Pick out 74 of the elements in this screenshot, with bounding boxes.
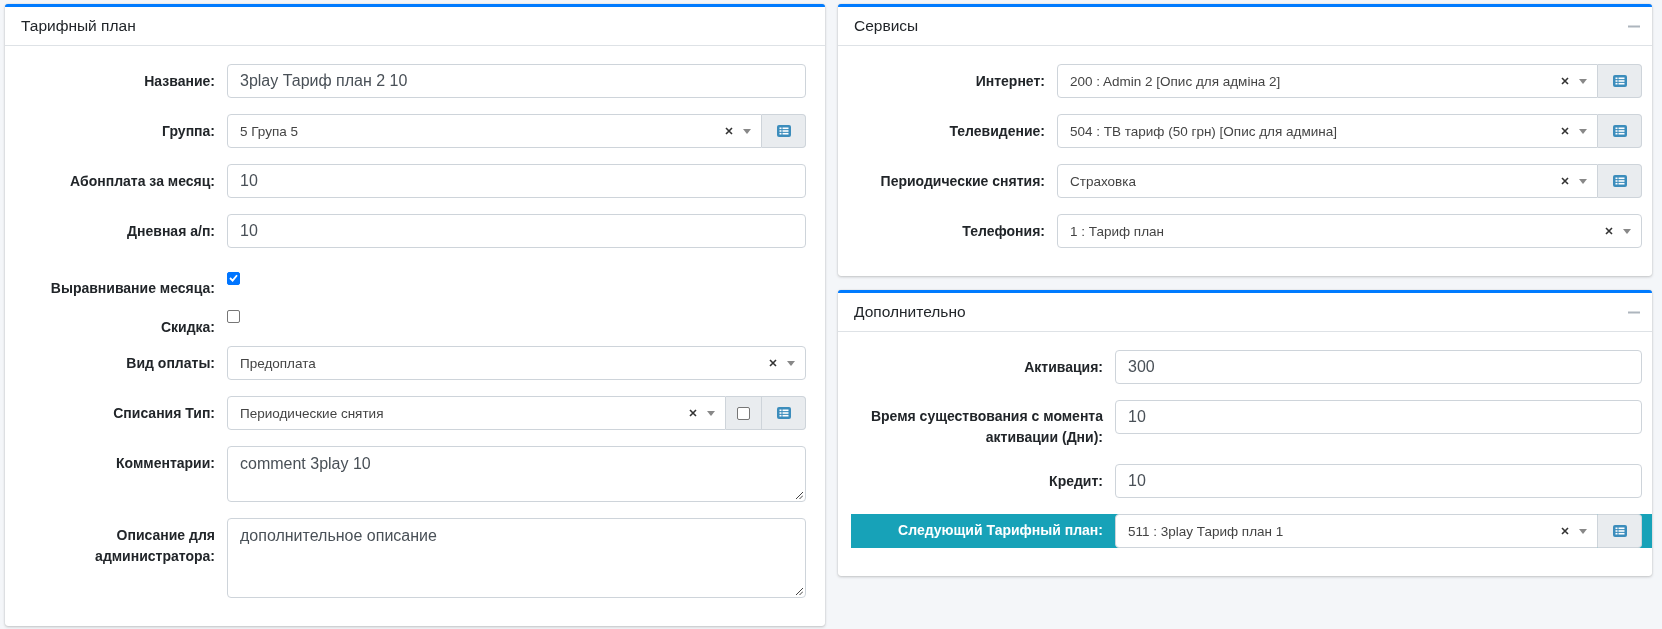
field-label: Комментарии: [115, 454, 215, 473]
field-label: Название: [143, 72, 215, 91]
select-field[interactable]: Периодические снятия [227, 396, 726, 430]
field-label: Интернет: [974, 72, 1045, 91]
list-button[interactable] [762, 396, 806, 430]
field-label: Описание для администратора: [94, 526, 215, 566]
list-icon [776, 407, 791, 419]
field-label: Вид оплаты: [125, 354, 215, 373]
caret-icon [787, 360, 795, 366]
list-icon [1612, 75, 1627, 87]
checkbox-addon[interactable] [726, 396, 762, 430]
text-area[interactable]: comment 3play 10 [227, 446, 806, 502]
list-icon [1612, 525, 1627, 537]
field-label: Списания Тип: [112, 404, 215, 423]
field-label: Телефония: [961, 222, 1045, 241]
list-button[interactable] [1598, 114, 1642, 148]
input-field[interactable]: 10 [1115, 400, 1642, 434]
card-title: Сервисы [854, 17, 919, 35]
select-field[interactable]: 1 : Тариф план [1057, 214, 1642, 248]
clear-icon[interactable] [1561, 177, 1569, 185]
list-icon [1612, 175, 1627, 187]
clear-icon[interactable] [689, 409, 697, 417]
minus-icon [1628, 310, 1640, 314]
list-icon [1612, 125, 1627, 137]
select-field[interactable]: 504 : ТВ тариф (50 грн) [Опис для админа] [1057, 114, 1598, 148]
resize-grip-icon [796, 492, 803, 499]
clear-icon[interactable] [1605, 227, 1613, 235]
field-label: Выравнивание месяца: [49, 279, 215, 298]
field-label: Группа: [161, 122, 215, 141]
field-label: Периодические снятия: [879, 172, 1045, 191]
caret-icon [1579, 528, 1587, 534]
caret-icon [1579, 128, 1587, 134]
input-field[interactable]: 300 [1115, 350, 1642, 384]
caret-icon [743, 128, 751, 134]
list-button[interactable] [1598, 164, 1642, 198]
checkbox[interactable] [227, 310, 240, 323]
field-label: Телевидение: [948, 122, 1045, 141]
field-label: Следующий Тарифный план: [897, 521, 1103, 540]
field-label: Абонплата за месяц: [69, 172, 215, 191]
checkbox[interactable] [227, 271, 240, 285]
input-field[interactable]: 10 [227, 164, 806, 198]
list-icon [776, 125, 791, 137]
minus-icon [1628, 24, 1640, 28]
select-field[interactable]: 5 Група 5 [227, 114, 762, 148]
list-button[interactable] [1598, 514, 1642, 548]
caret-icon [1579, 78, 1587, 84]
input-field[interactable]: 3play Тариф план 2 10 [227, 64, 806, 98]
clear-icon[interactable] [769, 359, 777, 367]
field-label: Активация: [1023, 358, 1103, 377]
clear-icon[interactable] [725, 127, 733, 135]
field-label: Кредит: [1048, 472, 1103, 491]
list-button[interactable] [1598, 64, 1642, 98]
select-field[interactable]: 200 : Admin 2 [Опис для адміна 2] [1057, 64, 1598, 98]
caret-icon [1623, 228, 1631, 234]
resize-grip-icon [796, 588, 803, 595]
input-field[interactable]: 10 [1115, 464, 1642, 498]
card-title: Дополнительно [854, 303, 966, 321]
clear-icon[interactable] [1561, 127, 1569, 135]
clear-icon[interactable] [1561, 77, 1569, 85]
caret-icon [1579, 178, 1587, 184]
text-area[interactable]: дополнительное описание [227, 518, 806, 598]
select-field[interactable]: Страховка [1057, 164, 1598, 198]
checkbox[interactable] [737, 406, 750, 420]
select-field[interactable]: Предоплата [227, 346, 806, 380]
select-field[interactable]: 511 : 3play Тариф план 1 [1115, 514, 1598, 548]
caret-icon [707, 410, 715, 416]
list-button[interactable] [762, 114, 806, 148]
input-field[interactable]: 10 [227, 214, 806, 248]
check-icon [229, 274, 238, 282]
field-label: Дневная а/п: [126, 222, 215, 241]
field-label: Скидка: [159, 318, 215, 337]
clear-icon[interactable] [1561, 527, 1569, 535]
card-title: Тарифный план [21, 17, 136, 35]
field-label: Время существования с момента активации (Дни): [869, 407, 1103, 447]
